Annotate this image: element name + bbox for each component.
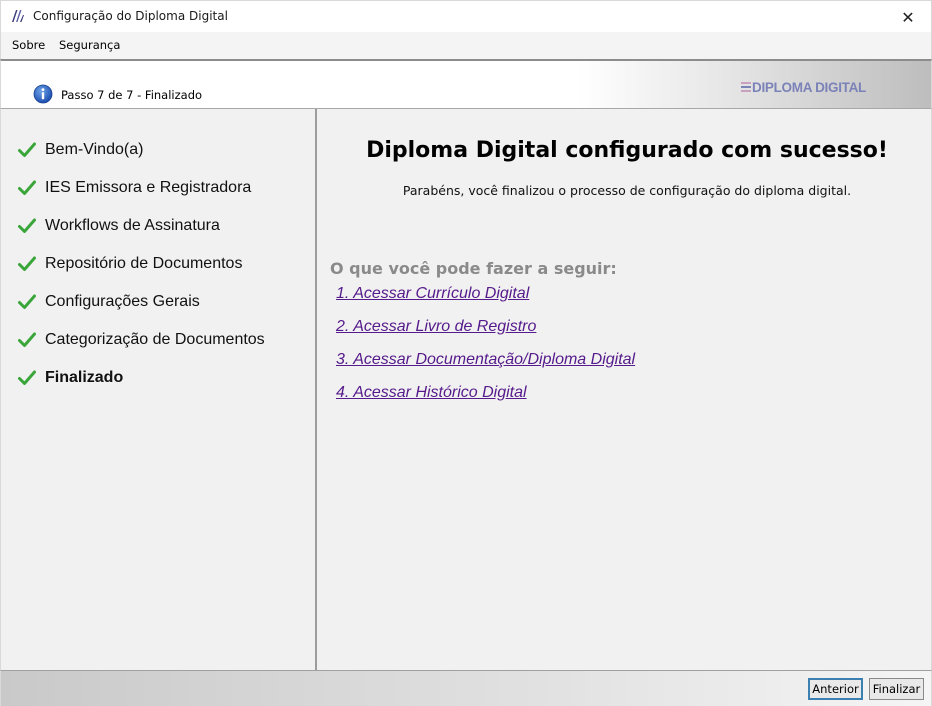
finish-button[interactable]: Finalizar bbox=[869, 678, 924, 700]
step-indicator: Passo 7 de 7 - Finalizado bbox=[61, 88, 203, 102]
info-icon bbox=[33, 84, 53, 104]
close-button[interactable]: ✕ bbox=[885, 1, 931, 33]
check-icon bbox=[18, 332, 36, 347]
previous-button[interactable]: Anterior bbox=[808, 678, 863, 700]
check-icon bbox=[18, 370, 36, 385]
menu-bar: Sobre Segurança bbox=[0, 32, 932, 59]
step-label: Bem-Vindo(a) bbox=[45, 141, 144, 158]
step-item-categorizacao: Categorização de Documentos bbox=[18, 329, 265, 351]
main-panel: Diploma Digital configurado com sucesso!… bbox=[317, 109, 932, 670]
step-label: Finalizado bbox=[45, 369, 124, 386]
check-icon bbox=[18, 218, 36, 233]
title-bar: Configuração do Diploma Digital ✕ bbox=[0, 0, 932, 32]
steps-sidebar: Bem-Vindo(a) IES Emissora e Registradora… bbox=[0, 109, 317, 670]
step-label: Configurações Gerais bbox=[45, 293, 200, 310]
step-item-bem-vindo: Bem-Vindo(a) bbox=[18, 139, 143, 161]
check-icon bbox=[18, 180, 36, 195]
app-logo-icon bbox=[12, 10, 24, 22]
step-item-finalizado: Finalizado bbox=[18, 367, 123, 389]
menu-seguranca[interactable]: Segurança bbox=[59, 38, 120, 52]
diploma-digital-logo: DIPLOMA DIGITAL bbox=[741, 78, 866, 96]
check-icon bbox=[18, 294, 36, 309]
step-item-configuracoes: Configurações Gerais bbox=[18, 291, 200, 313]
step-label: IES Emissora e Registradora bbox=[45, 179, 252, 196]
menu-sobre[interactable]: Sobre bbox=[12, 38, 45, 52]
link-documentacao-diploma[interactable]: 3. Acessar Documentação/Diploma Digital bbox=[336, 351, 635, 369]
close-icon: ✕ bbox=[901, 7, 915, 27]
success-message: Parabéns, você finalizou o processo de c… bbox=[402, 183, 852, 198]
wizard-footer: Anterior Finalizar bbox=[0, 670, 932, 706]
step-item-workflows: Workflows de Assinatura bbox=[18, 215, 220, 237]
logo-text: DIPLOMA DIGITAL bbox=[752, 79, 866, 95]
check-icon bbox=[18, 142, 36, 157]
page-title: Diploma Digital configurado com sucesso! bbox=[366, 138, 888, 163]
window-title: Configuração do Diploma Digital bbox=[33, 9, 228, 23]
step-item-repositorio: Repositório de Documentos bbox=[18, 253, 242, 275]
link-livro-registro[interactable]: 2. Acessar Livro de Registro bbox=[336, 318, 536, 336]
link-historico-digital[interactable]: 4. Acessar Histórico Digital bbox=[336, 384, 527, 402]
step-label: Repositório de Documentos bbox=[45, 255, 243, 272]
wizard-header: Passo 7 de 7 - Finalizado DIPLOMA DIGITA… bbox=[0, 59, 932, 109]
step-label: Categorização de Documentos bbox=[45, 331, 265, 348]
link-curriculo-digital[interactable]: 1. Acessar Currículo Digital bbox=[336, 285, 529, 303]
next-steps-title: O que você pode fazer a seguir: bbox=[330, 259, 617, 278]
step-item-ies: IES Emissora e Registradora bbox=[18, 177, 251, 199]
step-label: Workflows de Assinatura bbox=[45, 217, 220, 234]
logo-mark-icon bbox=[741, 82, 751, 92]
check-icon bbox=[18, 256, 36, 271]
